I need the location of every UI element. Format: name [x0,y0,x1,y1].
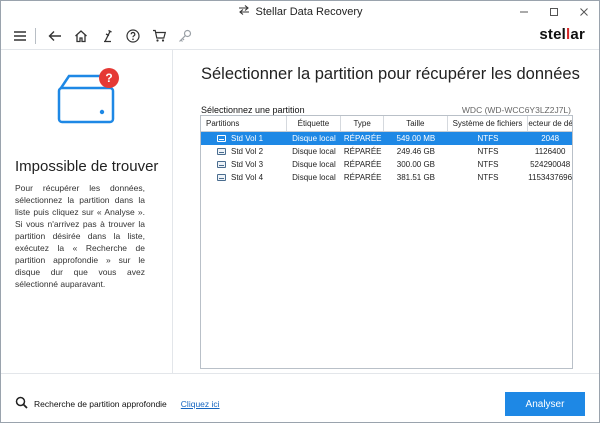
back-icon[interactable] [44,25,66,47]
sector-cell: 2048 [541,134,560,143]
window-controls [509,1,599,22]
swap-arrows-icon [238,5,250,18]
sector-cell: 1126400 [534,147,566,156]
help-icon[interactable] [122,25,144,47]
footer-bar: Recherche de partition approfondie Cliqu… [1,373,599,422]
partition-table: Partitions Étiquette Type Taille Système… [200,115,573,369]
filesystem-cell: NTFS [477,134,499,143]
app-window: Stellar Data Recovery stellar ? Impossib… [0,0,600,423]
label-cell: Disque local [292,173,336,182]
filesystem-cell: NTFS [477,173,499,182]
error-description: Pour récupérer les données, sélectionnez… [15,183,145,289]
partition-cell: Std Vol 4 [201,171,287,184]
type-cell: RÉPARÉE [343,134,382,143]
toolbar: stellar [1,22,599,50]
column-header[interactable]: Type [341,116,385,131]
deep-search-row: Recherche de partition approfondie Cliqu… [15,396,220,411]
error-title: Impossible de trouver [15,158,159,175]
logo-text-end: ar [570,26,585,43]
maximize-icon[interactable] [539,1,569,22]
home-icon[interactable] [70,25,92,47]
sector-cell: 524290048 [530,160,571,169]
menu-icon[interactable] [9,25,31,47]
table-row[interactable]: Std Vol 3 Disque local RÉPARÉE 300.00 GB… [201,158,572,171]
error-badge: ? [105,71,113,85]
column-header[interactable]: Partitions [201,116,287,131]
logo-text-start: stel [539,26,567,43]
partition-cell: Std Vol 3 [201,158,287,171]
partition-drive-icon [217,135,226,142]
deep-search-link[interactable]: Cliquez ici [181,399,220,409]
table-header: Partitions Étiquette Type Taille Système… [201,116,572,132]
column-header[interactable]: Système de fichiers [448,116,529,131]
disk-model-label: WDC (WD-WCC6Y3LZ2J7L) [461,105,571,115]
size-cell: 381.51 GB [396,173,435,182]
search-icon [15,396,28,411]
type-cell: RÉPARÉE [343,147,382,156]
partition-drive-icon [217,161,226,168]
key-icon[interactable] [174,25,196,47]
app-title-group: Stellar Data Recovery [238,5,363,18]
page-title: Sélectionner la partition pour récupérer… [201,65,580,83]
size-cell: 549.00 MB [396,134,436,143]
column-header[interactable]: Étiquette [287,116,342,131]
partition-name: Std Vol 1 [231,134,264,143]
minimize-icon[interactable] [509,1,539,22]
column-header[interactable]: Secteur de déb [528,116,572,131]
table-row[interactable]: Std Vol 4 Disque local RÉPARÉE 381.51 GB… [201,171,572,184]
label-cell: Disque local [292,160,336,169]
size-cell: 300.00 GB [396,160,435,169]
label-cell: Disque local [292,134,336,143]
sector-cell: 1153437696 [528,173,572,182]
partition-cell: Std Vol 1 [201,132,287,145]
partition-drive-icon [217,148,226,155]
partition-select-label: Sélectionnez une partition [201,105,305,115]
size-cell: 249.46 GB [396,147,435,156]
scan-tool-icon[interactable] [96,25,118,47]
column-header[interactable]: Taille [384,116,448,131]
filesystem-cell: NTFS [477,160,499,169]
partition-name: Std Vol 3 [231,160,264,169]
partition-name: Std Vol 4 [231,173,264,182]
type-cell: RÉPARÉE [343,173,382,182]
window-title: Stellar Data Recovery [255,5,363,18]
scan-button[interactable]: Analyser [505,392,585,416]
partition-cell: Std Vol 2 [201,145,287,158]
deep-search-label: Recherche de partition approfondie [34,398,167,409]
stellar-logo: stellar [539,26,585,43]
hard-drive-error-icon: ? [51,66,123,138]
partition-drive-icon [217,174,226,181]
title-bar: Stellar Data Recovery [1,1,599,22]
label-cell: Disque local [292,147,336,156]
cart-icon[interactable] [148,25,170,47]
close-icon[interactable] [569,1,599,22]
type-cell: RÉPARÉE [343,160,382,169]
table-row[interactable]: Std Vol 2 Disque local RÉPARÉE 249.46 GB… [201,145,572,158]
table-row[interactable]: Std Vol 1 Disque local RÉPARÉE 549.00 MB… [201,132,572,145]
filesystem-cell: NTFS [477,147,499,156]
left-info-panel: ? Impossible de trouver Pour récupérer l… [1,50,173,373]
toolbar-divider [35,27,36,44]
partition-name: Std Vol 2 [231,147,264,156]
